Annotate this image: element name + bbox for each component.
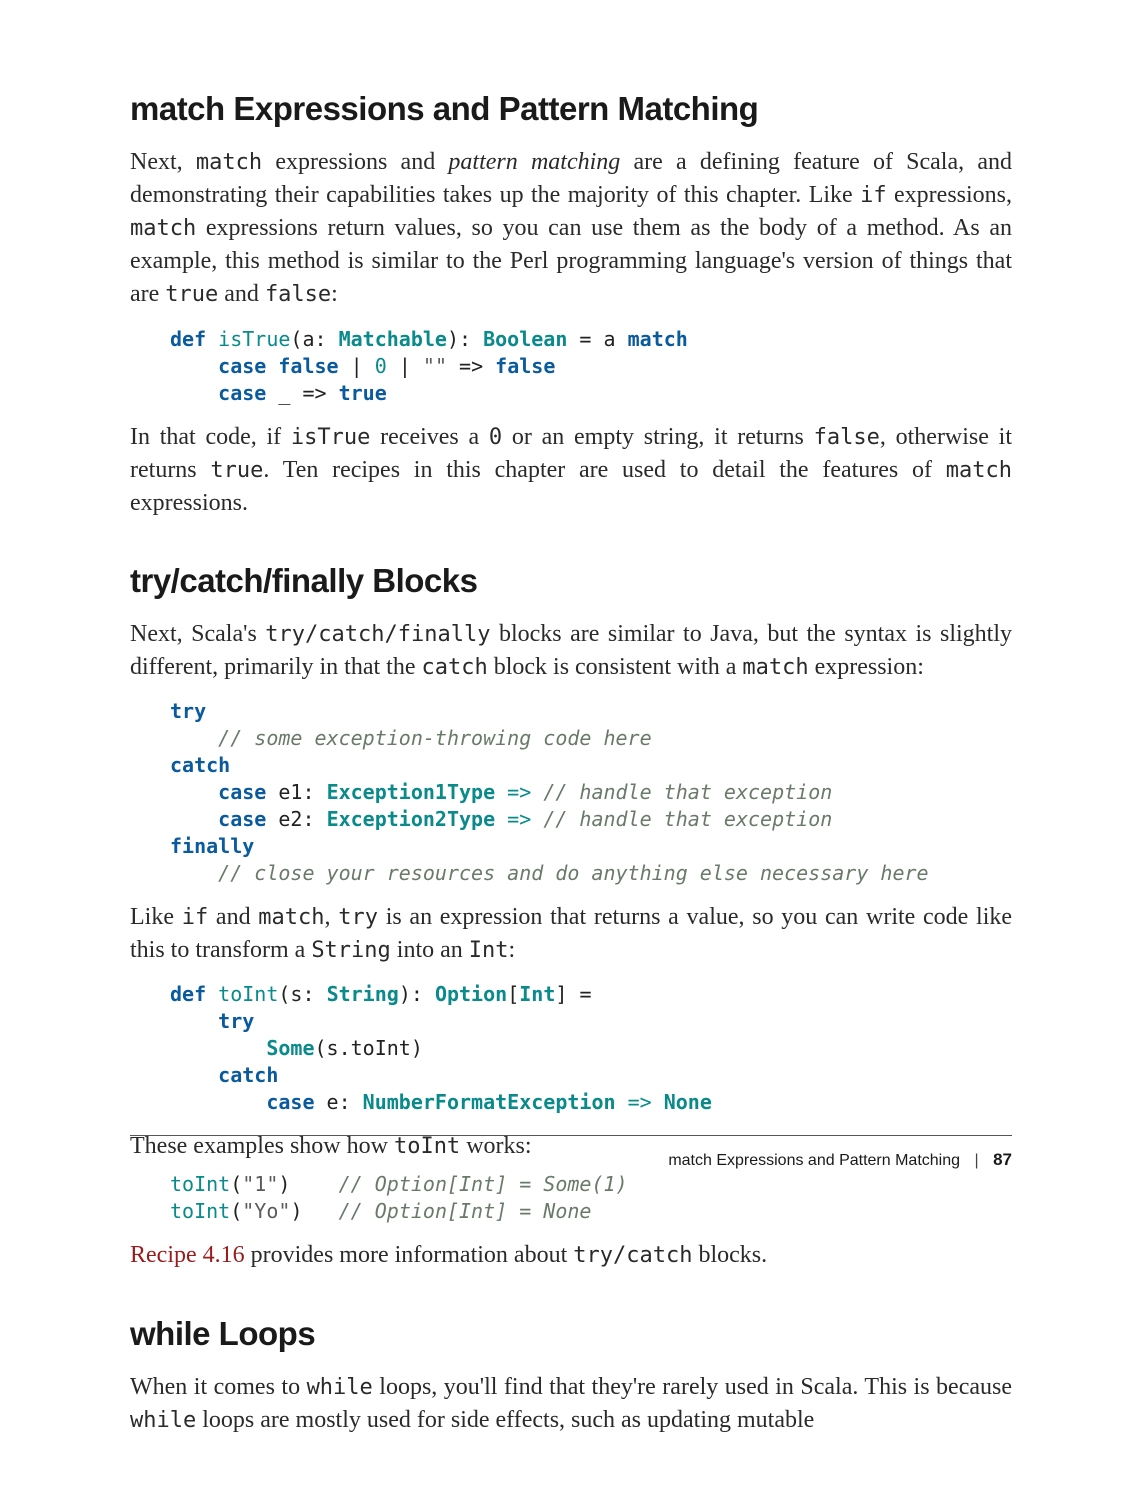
inline-code: try [338, 905, 378, 930]
heading-match-expressions: match Expressions and Pattern Matching [130, 90, 1012, 128]
inline-code: if [860, 183, 887, 208]
inline-code: true [210, 458, 263, 483]
inline-code: try/catch/finally [265, 622, 490, 647]
inline-code: true [165, 282, 218, 307]
recipe-link[interactable]: Recipe 4.16 [130, 1242, 245, 1268]
inline-code: catch [421, 655, 487, 680]
code-block-trycatch: try // some exception-throwing code here… [170, 698, 1012, 887]
inline-code: match [258, 905, 324, 930]
footer-rule [130, 1135, 1012, 1136]
inline-code: match [742, 655, 808, 680]
code-block-toint: def toInt(s: String): Option[Int] = try … [170, 981, 1012, 1116]
inline-code: false [265, 282, 331, 307]
page-content: match Expressions and Pattern Matching N… [130, 90, 1012, 1451]
heading-while-loops: while Loops [130, 1315, 1012, 1353]
paragraph: In that code, if isTrue receives a 0 or … [130, 421, 1012, 520]
paragraph: Next, match expressions and pattern matc… [130, 146, 1012, 312]
inline-code: while [130, 1408, 196, 1433]
paragraph: Recipe 4.16 provides more information ab… [130, 1239, 1012, 1272]
italic-term: pattern matching [448, 149, 620, 175]
page-number: 87 [993, 1150, 1012, 1169]
paragraph: Like if and match, try is an expression … [130, 901, 1012, 967]
heading-try-catch-finally: try/catch/finally Blocks [130, 562, 1012, 600]
page-footer: match Expressions and Pattern Matching |… [130, 1135, 1012, 1170]
inline-code: isTrue [291, 425, 370, 450]
paragraph: Next, Scala's try/catch/finally blocks a… [130, 618, 1012, 684]
inline-code: match [196, 150, 262, 175]
code-block-istrue: def isTrue(a: Matchable): Boolean = a ma… [170, 326, 1012, 407]
inline-code: while [307, 1375, 373, 1400]
footer-separator: | [974, 1152, 978, 1169]
footer-section-title: match Expressions and Pattern Matching [668, 1152, 960, 1169]
inline-code: try/catch [573, 1243, 692, 1268]
paragraph: When it comes to while loops, you'll fin… [130, 1371, 1012, 1437]
code-block-toint-examples: toInt("1") // Option[Int] = Some(1) toIn… [170, 1171, 1012, 1225]
inline-code: if [182, 905, 209, 930]
inline-code: match [946, 458, 1012, 483]
inline-code: String [311, 938, 390, 963]
inline-code: match [130, 216, 196, 241]
inline-code: false [814, 425, 880, 450]
inline-code: 0 [489, 425, 502, 450]
inline-code: Int [469, 938, 509, 963]
